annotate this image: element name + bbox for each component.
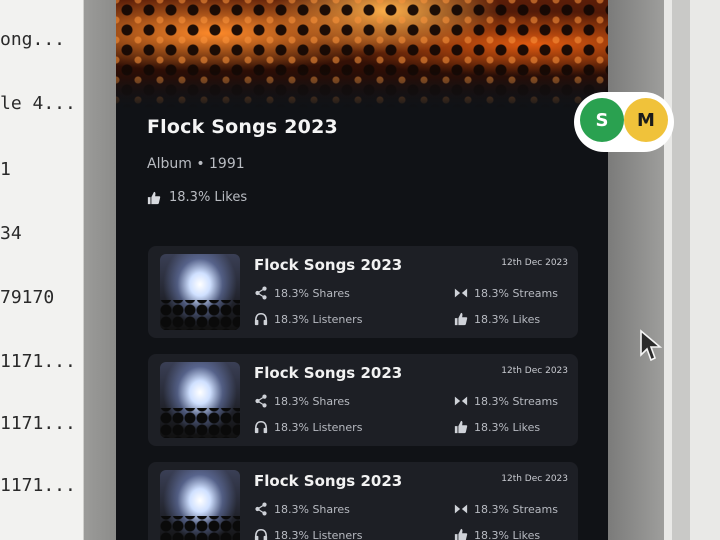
song-date: 12th Dec 2023 [501,474,568,484]
listeners-stat: 18.3% Listeners [254,528,362,540]
song-title: Flock Songs 2023 [254,256,403,274]
song-card[interactable]: Flock Songs 2023 12th Dec 2023 18.3% Sha… [148,354,578,446]
song-card[interactable]: Flock Songs 2023 12th Dec 2023 18.3% Sha… [148,462,578,540]
list-item[interactable]: le 4... [0,82,84,126]
song-date: 12th Dec 2023 [501,258,568,268]
streams-text: 18.3% Streams [474,286,558,300]
list-item-text: ong... [0,29,66,50]
headphones-icon [254,420,268,434]
thumbs-up-icon [454,420,468,434]
likes-text: 18.3% Likes [474,528,541,540]
album-likes-text: 18.3% Likes [169,190,248,205]
streams-stat: 18.3% Streams [454,286,558,300]
share-icon [255,286,267,300]
shares-text: 18.3% Shares [274,394,350,408]
streams-stat: 18.3% Streams [454,502,558,516]
headphones-icon [254,528,268,540]
song-artwork [160,362,240,438]
list-item[interactable]: 1 [0,148,84,192]
artwork-crowd [160,516,240,540]
list-item-text: 34 [0,223,22,244]
album-meta: Album • 1991 [147,156,245,172]
artwork-crowd [160,300,240,330]
song-artwork [160,254,240,330]
streams-text: 18.3% Streams [474,502,558,516]
album-likes: 18.3% Likes [147,190,247,205]
thumbs-up-icon [147,191,161,204]
streams-icon [454,288,468,298]
listeners-stat: 18.3% Listeners [254,312,362,326]
shares-stat: 18.3% Shares [254,502,350,516]
artwork-crowd [160,408,240,438]
list-item[interactable]: 1171... [0,402,84,446]
shares-stat: 18.3% Shares [254,286,350,300]
headphones-icon [254,312,268,326]
listeners-text: 18.3% Listeners [274,312,363,326]
song-card[interactable]: Flock Songs 2023 12th Dec 2023 18.3% Sha… [148,246,578,338]
likes-stat: 18.3% Likes [454,420,540,434]
streams-stat: 18.3% Streams [454,394,558,408]
list-item-text: le 4... [0,93,76,114]
right-edge-strip [672,0,690,540]
right-edge-panel [664,0,720,540]
listeners-text: 18.3% Listeners [274,528,363,540]
mouse-cursor-icon [640,329,663,362]
share-icon [255,394,267,408]
streams-text: 18.3% Streams [474,394,558,408]
list-item[interactable]: 79170 [0,276,84,320]
list-item-text: 1171... [0,475,76,496]
likes-text: 18.3% Likes [474,312,541,326]
song-date: 12th Dec 2023 [501,366,568,376]
listeners-stat: 18.3% Listeners [254,420,362,434]
avatar[interactable]: S [580,98,624,142]
left-list-panel: ong... le 4... 1 34 79170 1171... 1171..… [0,0,84,540]
album-panel: Flock Songs 2023 Album • 1991 18.3% Like… [116,0,608,540]
album-title: Flock Songs 2023 [147,116,338,138]
window-gutter-left [84,0,116,540]
thumbs-up-icon [454,312,468,326]
album-hero-image [116,0,608,110]
listeners-text: 18.3% Listeners [274,420,363,434]
list-item[interactable]: 1171... [0,464,84,508]
screen: ong... le 4... 1 34 79170 1171... 1171..… [0,0,720,540]
list-item-text: 1171... [0,351,76,372]
likes-stat: 18.3% Likes [454,528,540,540]
likes-stat: 18.3% Likes [454,312,540,326]
window-gutter-right [608,0,664,540]
song-artwork [160,470,240,540]
list-item[interactable]: 1171... [0,340,84,384]
avatar[interactable]: M [624,98,668,142]
shares-text: 18.3% Shares [274,502,350,516]
list-item-text: 1171... [0,413,76,434]
shares-text: 18.3% Shares [274,286,350,300]
hero-fade [116,70,608,110]
thumbs-up-icon [454,528,468,540]
song-title: Flock Songs 2023 [254,364,403,382]
avatar-group[interactable]: S M [574,92,674,152]
streams-icon [454,396,468,406]
list-item[interactable]: 34 [0,212,84,256]
likes-text: 18.3% Likes [474,420,541,434]
streams-icon [454,504,468,514]
shares-stat: 18.3% Shares [254,394,350,408]
share-icon [255,502,267,516]
list-item[interactable]: ong... [0,18,84,62]
list-item-text: 1 [0,159,11,180]
song-title: Flock Songs 2023 [254,472,403,490]
list-item-text: 79170 [0,287,55,308]
